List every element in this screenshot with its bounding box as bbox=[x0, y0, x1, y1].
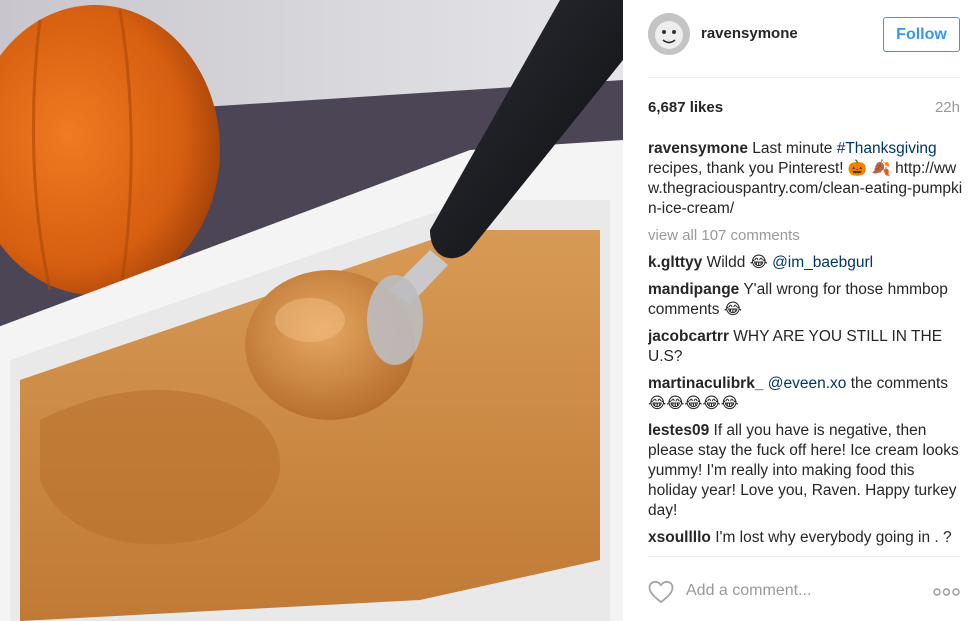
view-all-comments-link[interactable]: view all 107 comments bbox=[648, 226, 963, 246]
hashtag-link[interactable]: #Thanksgiving bbox=[837, 140, 937, 157]
post-header: ravensymone Follow bbox=[623, 0, 980, 78]
comment-text: Wildd 😂 bbox=[706, 254, 773, 271]
mention-link[interactable]: @im_baebgurl bbox=[772, 254, 873, 271]
likes-count[interactable]: 6,687 likes bbox=[648, 99, 723, 116]
divider bbox=[648, 77, 960, 78]
list-item: k.glttyy Wildd 😂 @im_baebgurl bbox=[648, 253, 963, 273]
add-comment-input[interactable]: Add a comment... bbox=[686, 582, 811, 600]
list-item: mandipange Y'all wrong for those hmmbop … bbox=[648, 280, 963, 320]
comment-author[interactable]: martinaculibrk_ bbox=[648, 375, 763, 392]
mention-link[interactable]: @eveen.xo bbox=[768, 375, 847, 392]
list-item: xsoullllo I'm lost why everybody going i… bbox=[648, 528, 963, 548]
caption-author[interactable]: ravensymone bbox=[648, 140, 748, 157]
comment-text: I'm lost why everybody going in . ? bbox=[715, 529, 952, 546]
avatar[interactable] bbox=[648, 13, 690, 55]
post-timestamp[interactable]: 22h bbox=[935, 99, 960, 116]
comments-list: ravensymone Last minute #Thanksgiving re… bbox=[648, 139, 963, 555]
list-item: martinaculibrk_ @eveen.xo the comments 😂… bbox=[648, 374, 963, 414]
caption-text: Last minute bbox=[752, 140, 837, 157]
post-sidebar: ravensymone Follow 6,687 likes 22h raven… bbox=[623, 0, 980, 621]
caption: ravensymone Last minute #Thanksgiving re… bbox=[648, 139, 963, 219]
caption-text-2: recipes, thank you Pinterest! 🎃 🍂 bbox=[648, 160, 896, 177]
divider bbox=[648, 556, 960, 557]
comment-author[interactable]: xsoullllo bbox=[648, 529, 711, 546]
more-options-icon[interactable] bbox=[933, 587, 960, 597]
follow-button[interactable]: Follow bbox=[883, 17, 960, 52]
heart-icon[interactable] bbox=[648, 580, 674, 604]
list-item: jacobcartrr WHY ARE YOU STILL IN THE U.S… bbox=[648, 327, 963, 367]
post-image[interactable] bbox=[0, 0, 623, 621]
comment-author[interactable]: lestes09 bbox=[648, 422, 709, 439]
comment-author[interactable]: k.glttyy bbox=[648, 254, 702, 271]
comment-author[interactable]: mandipange bbox=[648, 281, 739, 298]
post-author-username[interactable]: ravensymone bbox=[701, 25, 798, 42]
comment-author[interactable]: jacobcartrr bbox=[648, 328, 729, 345]
list-item: lestes09 If all you have is negative, th… bbox=[648, 421, 963, 521]
